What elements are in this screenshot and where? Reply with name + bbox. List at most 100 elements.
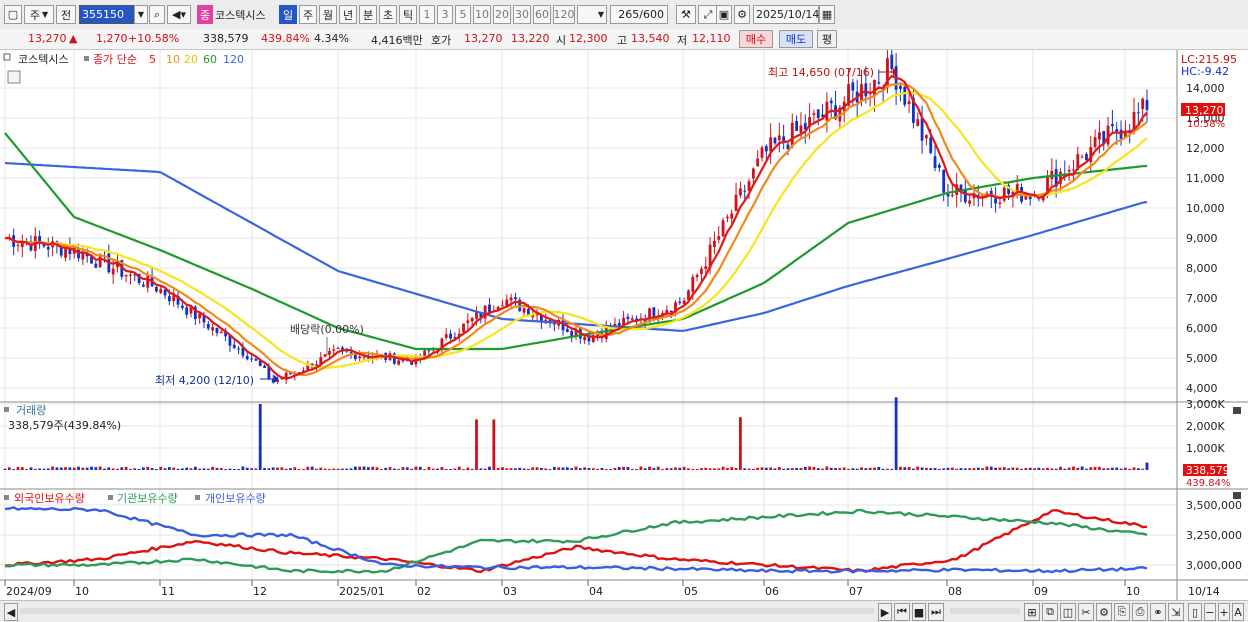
legend-institution: 기관보유수량 (117, 492, 178, 505)
volume-bar (505, 468, 509, 470)
custom-period-select[interactable]: ▼ (577, 5, 607, 24)
candle-body (1080, 156, 1084, 158)
candle-body (514, 297, 517, 300)
open-label: 시 (556, 34, 567, 47)
count-input[interactable]: 265/600 (610, 5, 668, 24)
volume-bar (388, 466, 392, 470)
volume-bar (1085, 468, 1088, 470)
num-10[interactable]: 10 (473, 5, 491, 24)
candle-body (1067, 169, 1071, 172)
volume-bar (782, 468, 786, 470)
volume-panel-close-icon[interactable] (1233, 407, 1241, 414)
code-dropdown-icon[interactable]: ▼ (134, 5, 148, 24)
x-tick-label: 04 (589, 585, 603, 598)
gear-icon[interactable]: ⚙ (734, 5, 750, 24)
panel-icon[interactable]: ▯ (1188, 603, 1202, 621)
interval-day[interactable]: 일 (279, 5, 297, 24)
volume-bar (150, 467, 154, 470)
interval-minute[interactable]: 분 (359, 5, 377, 24)
window-menu-icon[interactable]: ▢ (4, 5, 22, 24)
period-select[interactable]: 주 ▼ (24, 5, 54, 24)
interval-week[interactable]: 주 (299, 5, 317, 24)
num-30[interactable]: 30 (513, 5, 531, 24)
candle-body (488, 304, 491, 312)
interval-year[interactable]: 년 (339, 5, 357, 24)
x-tick-label: 06 (765, 585, 779, 598)
candle-body (985, 192, 989, 194)
zoom-scrollbar[interactable] (950, 608, 1020, 614)
volume-bar (7, 467, 11, 470)
scroll-left-icon[interactable]: ◀ (4, 603, 18, 621)
volume-bar (946, 467, 950, 470)
zoom-in-icon[interactable]: + (1218, 603, 1230, 621)
scope-select[interactable]: 전 (56, 5, 76, 24)
fast-forward-icon[interactable]: ⏭ (928, 603, 944, 621)
volume-bar (557, 467, 561, 470)
interval-month[interactable]: 월 (319, 5, 337, 24)
candle-body (751, 168, 755, 179)
scroll-right-icon[interactable]: ▶ (878, 603, 892, 621)
num-5[interactable]: 5 (455, 5, 471, 24)
date-input[interactable]: 2025/10/14 (753, 5, 819, 24)
sell-button[interactable]: 매도 (779, 30, 813, 48)
volume-bar (881, 468, 885, 470)
volume-bar (786, 468, 790, 470)
copy-icon[interactable]: ⎘ (1114, 603, 1130, 621)
num-60[interactable]: 60 (533, 5, 551, 24)
candle-body (583, 336, 587, 341)
eval-button[interactable]: 평 (817, 30, 837, 48)
crosshair-icon[interactable]: ⤢ (698, 5, 718, 24)
volume-bar (142, 467, 145, 470)
volume-bar (501, 467, 504, 470)
current-price: 13,270 (28, 32, 67, 45)
interval-tick[interactable]: 틱 (399, 5, 417, 24)
horizontal-scrollbar[interactable] (20, 608, 874, 614)
holding-panel-close-icon[interactable] (1233, 492, 1241, 499)
chart-tools-icon[interactable]: ⚒ (676, 5, 696, 24)
rewind-icon[interactable]: ⏮ (894, 603, 910, 621)
speaker-icon[interactable]: ◀▾ (167, 5, 191, 24)
zoom-out-icon[interactable]: − (1204, 603, 1216, 621)
tool-icon[interactable]: ⚙ (1096, 603, 1112, 621)
candle-body (825, 101, 829, 121)
code-input[interactable]: 355150 (79, 5, 134, 24)
buy-button[interactable]: 매수 (739, 30, 773, 48)
interval-second[interactable]: 초 (379, 5, 397, 24)
font-size-icon[interactable]: A (1232, 603, 1244, 621)
volume-bar (721, 466, 725, 470)
volume-bar (1141, 468, 1145, 470)
candle-body (215, 327, 219, 333)
link-icon[interactable]: ⚭ (1150, 603, 1166, 621)
price-tick-label: 11,000 (1186, 172, 1225, 185)
candle-body (466, 320, 470, 324)
save-icon[interactable]: ▣ (716, 5, 732, 24)
search-icon[interactable]: ⌕ (149, 5, 165, 24)
volume-bar (691, 468, 695, 470)
volume-bar (280, 467, 284, 470)
chart-canvas[interactable]: 4,000 5,000 6,000 7,000 8,000 9,000 10,000 11,0… (0, 50, 1248, 601)
volume-tag-text: 338,579 (1186, 465, 1229, 477)
volume-bar (315, 468, 318, 470)
num-1[interactable]: 1 (419, 5, 435, 24)
num-120[interactable]: 120 (553, 5, 575, 24)
calendar-icon[interactable]: ▦ (819, 5, 835, 24)
scissors-icon[interactable]: ✂ (1078, 603, 1094, 621)
volume-bar (371, 466, 375, 470)
candle-body (254, 359, 258, 361)
num-20[interactable]: 20 (493, 5, 511, 24)
low-price: 12,110 (692, 32, 731, 45)
candle-body (734, 194, 738, 212)
holding-legend-dot-icon (108, 495, 113, 500)
volume-bar (1059, 466, 1062, 470)
print-icon[interactable]: ⎙ (1132, 603, 1148, 621)
window-icon[interactable]: ⧉ (1042, 603, 1058, 621)
volume-bar (146, 466, 150, 470)
volume-bar (414, 466, 418, 470)
num-3[interactable]: 3 (437, 5, 453, 24)
export-icon[interactable]: ⇲ (1168, 603, 1184, 621)
table-toggle-icon[interactable] (7, 70, 21, 84)
stop-icon[interactable]: ■ (912, 603, 926, 621)
split-icon[interactable]: ◫ (1060, 603, 1076, 621)
holding-legend-dot-icon (195, 495, 200, 500)
layout-icon[interactable]: ⊞ (1024, 603, 1040, 621)
